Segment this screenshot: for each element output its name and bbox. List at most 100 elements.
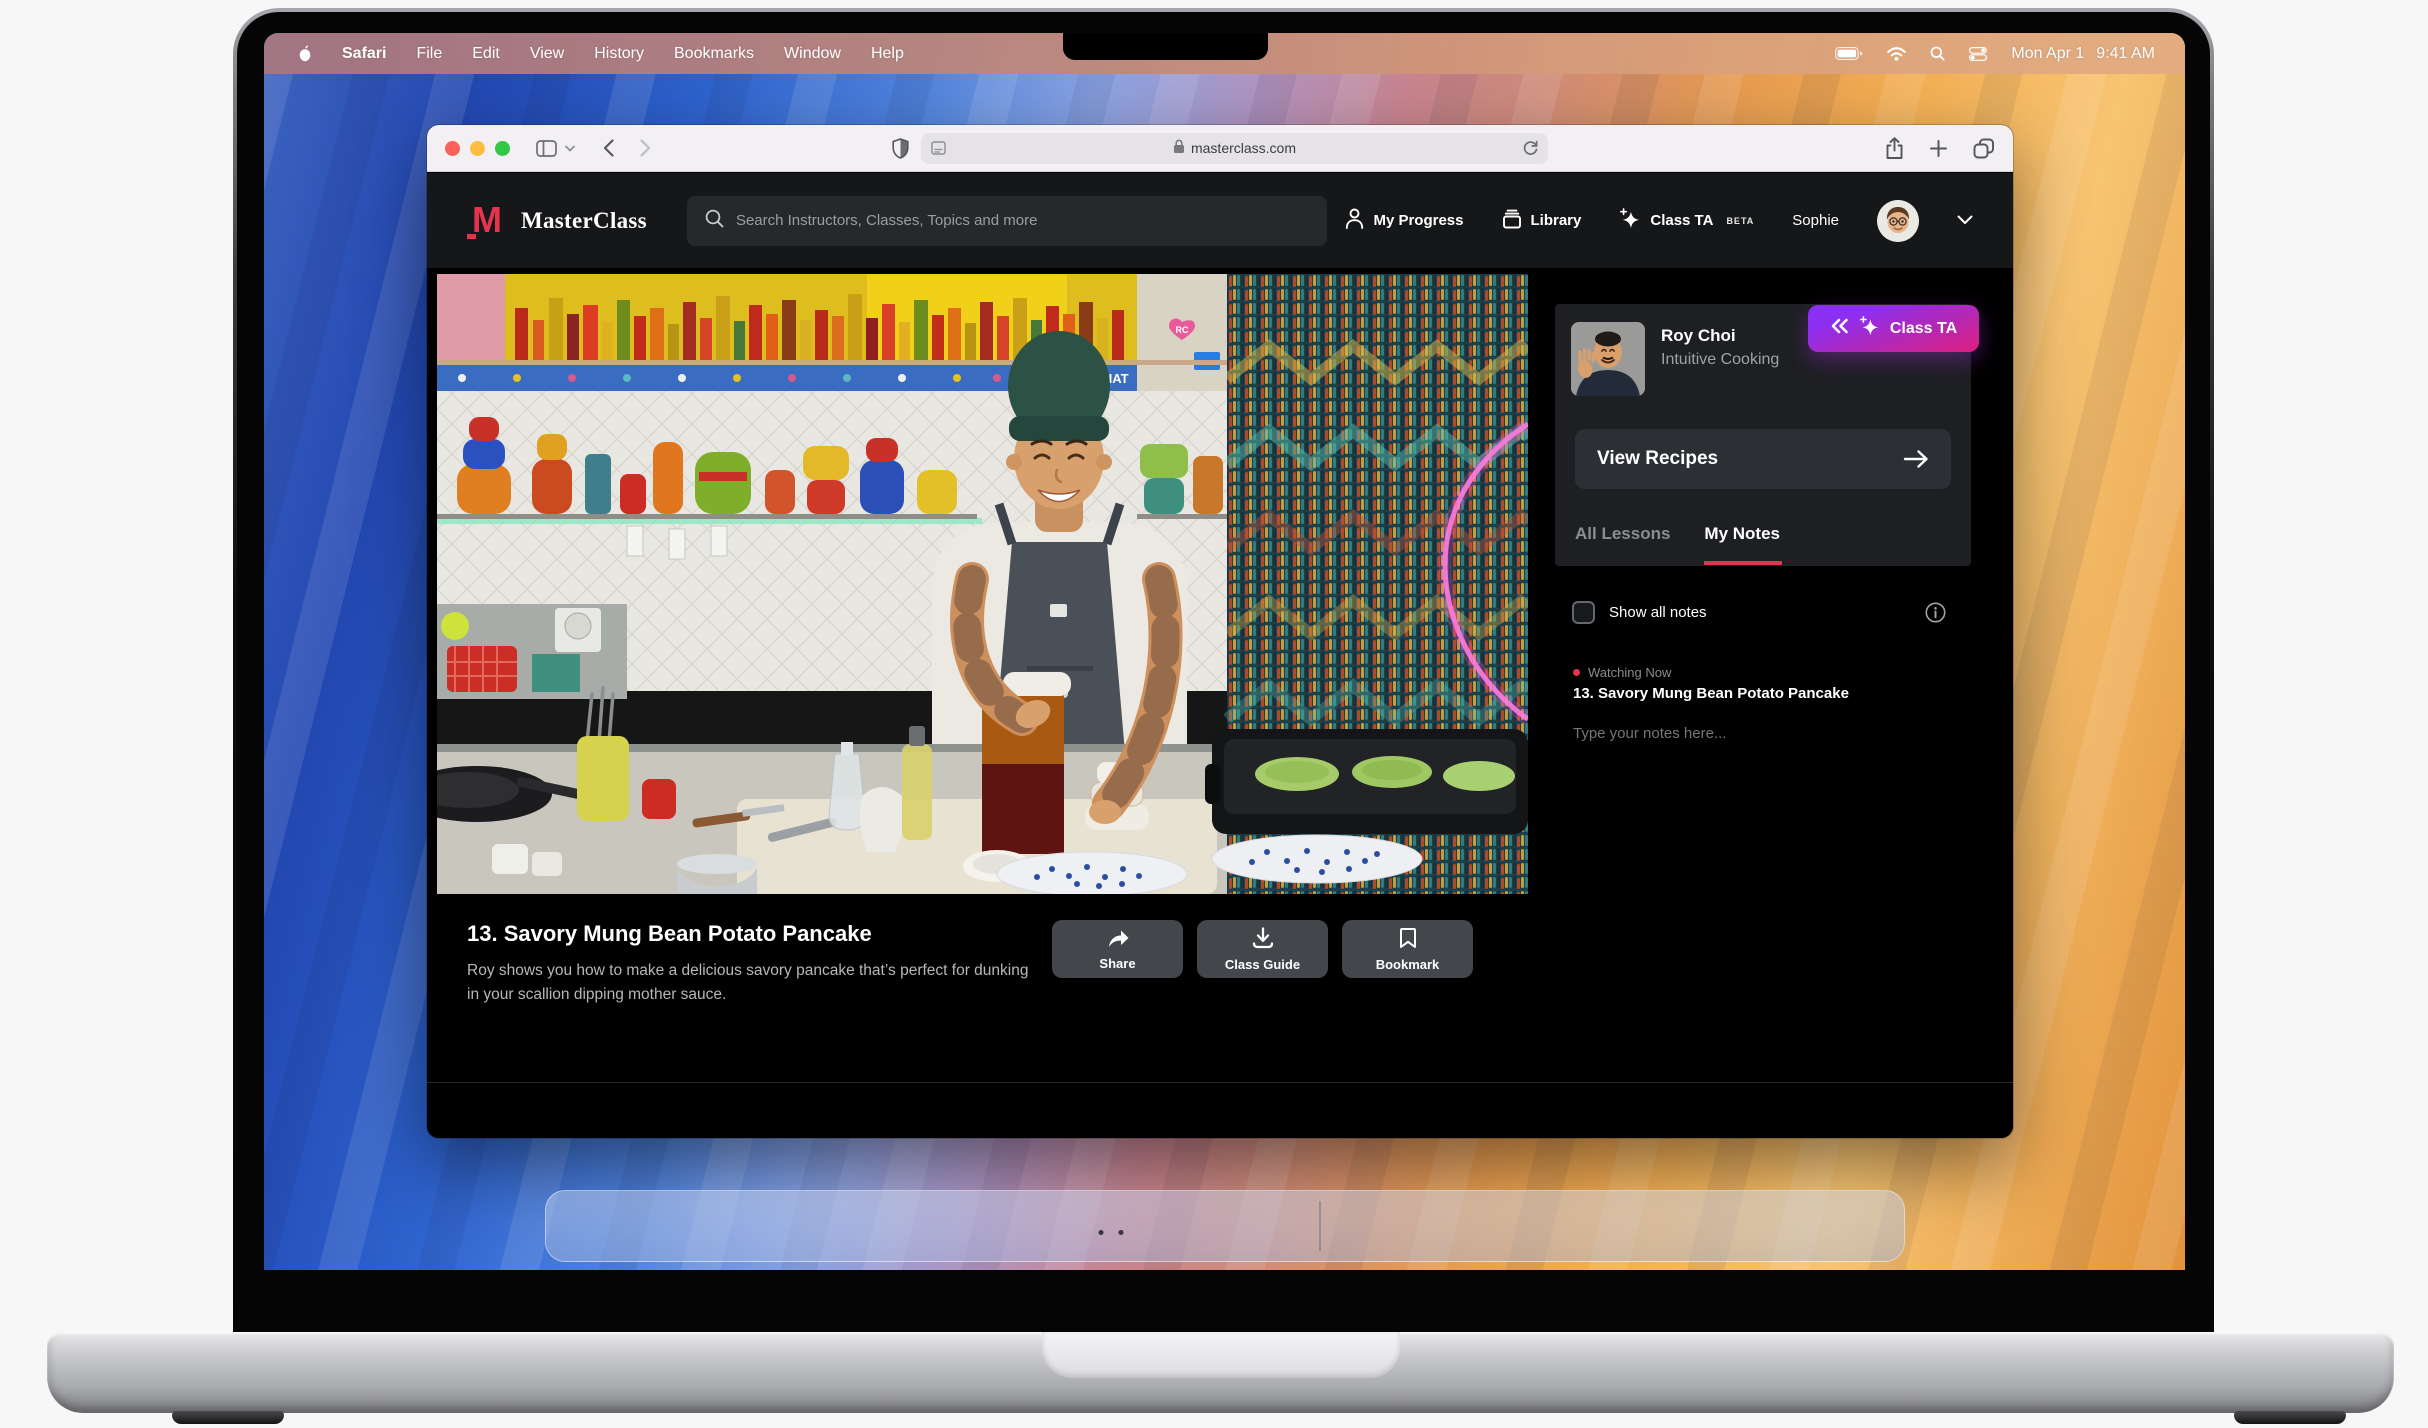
watching-now-row: Watching Now	[1573, 665, 1671, 680]
lid-scoop	[1042, 1332, 1400, 1378]
course-title: Intuitive Cooking	[1661, 351, 1779, 369]
menu-date: Mon Apr 1	[2011, 45, 2084, 63]
macbook-foot	[172, 1411, 284, 1424]
search-icon	[705, 209, 724, 233]
watching-now-dot	[1573, 669, 1580, 676]
rc-sticker-text: RC	[1176, 325, 1189, 335]
share-toolbar-icon[interactable]	[1885, 137, 1904, 160]
show-all-notes-label: Show all notes	[1609, 604, 1707, 621]
masterclass-nav: My Progress Library	[1345, 200, 1973, 242]
lesson-title: 13. Savory Mung Bean Potato Pancake	[467, 921, 872, 947]
nav-class-ta[interactable]: Class TABETA	[1619, 208, 1754, 234]
arrow-right-icon	[1903, 449, 1929, 469]
sidebar-toggle-icon[interactable]	[536, 140, 557, 157]
collapse-chevrons-icon	[1830, 318, 1849, 339]
avatar[interactable]	[1877, 200, 1919, 242]
forward-button[interactable]	[640, 139, 651, 157]
current-lesson-title: 13. Savory Mung Bean Potato Pancake	[1573, 685, 1849, 702]
privacy-shield-icon[interactable]	[892, 138, 909, 159]
battery-icon[interactable]	[1835, 47, 1863, 60]
info-icon[interactable]	[1925, 602, 1946, 623]
masterclass-wordmark: MasterClass	[521, 208, 647, 234]
macbook-base	[47, 1332, 2394, 1413]
wifi-icon[interactable]	[1887, 47, 1906, 61]
lesson-actions: Share Class Guide Bookmark	[1052, 920, 1473, 978]
macbook-foot	[2234, 1411, 2346, 1424]
menu-item-safari[interactable]: Safari	[342, 45, 386, 63]
instructor-photo	[1571, 322, 1645, 396]
search-input[interactable]	[736, 212, 1309, 229]
beta-badge: BETA	[1726, 216, 1754, 226]
dock: APR1 tv	[545, 1190, 1905, 1262]
control-center-icon[interactable]	[1969, 47, 1987, 61]
bookmark-icon	[1399, 927, 1417, 952]
hanging-tags	[627, 526, 727, 559]
menu-item-view[interactable]: View	[530, 45, 564, 63]
video-player[interactable]: RC PAPER HAT	[437, 274, 1528, 894]
notes-input[interactable]: Type your notes here...	[1573, 725, 1726, 742]
griddle	[1205, 729, 1528, 834]
address-bar[interactable]: masterclass.com	[921, 133, 1548, 164]
menu-item-history[interactable]: History	[594, 45, 644, 63]
lesson-description: Roy shows you how to make a delicious sa…	[467, 959, 1033, 1007]
menu-item-edit[interactable]: Edit	[472, 45, 500, 63]
show-all-notes-row: Show all notes	[1572, 601, 1707, 624]
masterclass-logo[interactable]: M MasterClass	[467, 201, 647, 241]
spotlight-search-icon[interactable]	[1930, 46, 1945, 61]
svg-text:M: M	[472, 201, 502, 240]
reader-icon[interactable]	[931, 141, 946, 155]
tab-my-notes[interactable]: My Notes	[1704, 524, 1780, 544]
reload-icon[interactable]	[1523, 140, 1538, 156]
menu-item-bookmarks[interactable]: Bookmarks	[674, 45, 754, 63]
share-arrow-icon	[1106, 928, 1130, 951]
show-all-notes-checkbox[interactable]	[1572, 601, 1595, 624]
class-guide-button[interactable]: Class Guide	[1197, 920, 1328, 978]
masterclass-page: M MasterClass	[427, 173, 2013, 1138]
back-button[interactable]	[603, 139, 614, 157]
url-text: masterclass.com	[1191, 140, 1296, 156]
sidebar-chevron-icon[interactable]	[565, 145, 575, 152]
new-tab-icon[interactable]	[1930, 140, 1947, 157]
apple-menu-icon[interactable]	[298, 45, 312, 62]
close-window-button[interactable]	[445, 141, 460, 156]
view-recipes-button[interactable]: View Recipes	[1575, 429, 1951, 489]
instructor-name: Roy Choi	[1661, 326, 1736, 346]
minimize-window-button[interactable]	[470, 141, 485, 156]
bookmark-button[interactable]: Bookmark	[1342, 920, 1473, 978]
zoom-window-button[interactable]	[495, 141, 510, 156]
menu-time: 9:41 AM	[2096, 45, 2155, 63]
page-footer-divider	[427, 1082, 2013, 1083]
menu-clock[interactable]: Mon Apr 1 9:41 AM	[2011, 45, 2155, 63]
camera-notch	[1063, 33, 1268, 60]
macos-screen: Safari File Edit View History Bookmarks …	[264, 33, 2185, 1270]
search-bar[interactable]	[687, 196, 1327, 246]
macbook-lid: Safari File Edit View History Bookmarks …	[233, 8, 2214, 1332]
menu-item-file[interactable]: File	[416, 45, 442, 63]
masterclass-header: M MasterClass	[427, 173, 2013, 268]
sparkle-icon	[1859, 316, 1880, 342]
tab-overview-icon[interactable]	[1973, 138, 1995, 159]
tab-all-lessons[interactable]: All Lessons	[1575, 524, 1670, 544]
running-indicator	[1099, 1230, 1104, 1235]
library-icon	[1502, 209, 1522, 233]
panel-tabs: All Lessons My Notes	[1575, 524, 1780, 544]
safari-window: masterclass.com	[427, 125, 2013, 1138]
download-icon	[1251, 927, 1275, 952]
nav-library[interactable]: Library	[1502, 209, 1582, 233]
menu-item-window[interactable]: Window	[784, 45, 841, 63]
menu-item-help[interactable]: Help	[871, 45, 904, 63]
person-icon	[1345, 208, 1364, 233]
account-chevron-icon[interactable]	[1957, 212, 1973, 229]
masterclass-m-icon: M	[467, 201, 509, 241]
lock-icon	[1173, 139, 1185, 157]
user-name: Sophie	[1792, 212, 1839, 229]
share-button[interactable]: Share	[1052, 920, 1183, 978]
class-ta-button[interactable]: Class TA	[1808, 305, 1979, 352]
sparkle-icon	[1619, 208, 1641, 234]
watching-now-label: Watching Now	[1588, 665, 1671, 680]
running-indicator	[1119, 1230, 1124, 1235]
dock-divider	[1319, 1201, 1321, 1251]
nav-my-progress[interactable]: My Progress	[1345, 208, 1463, 233]
safari-toolbar: masterclass.com	[427, 125, 2013, 172]
desktop-scene: Safari File Edit View History Bookmarks …	[0, 0, 2428, 1428]
